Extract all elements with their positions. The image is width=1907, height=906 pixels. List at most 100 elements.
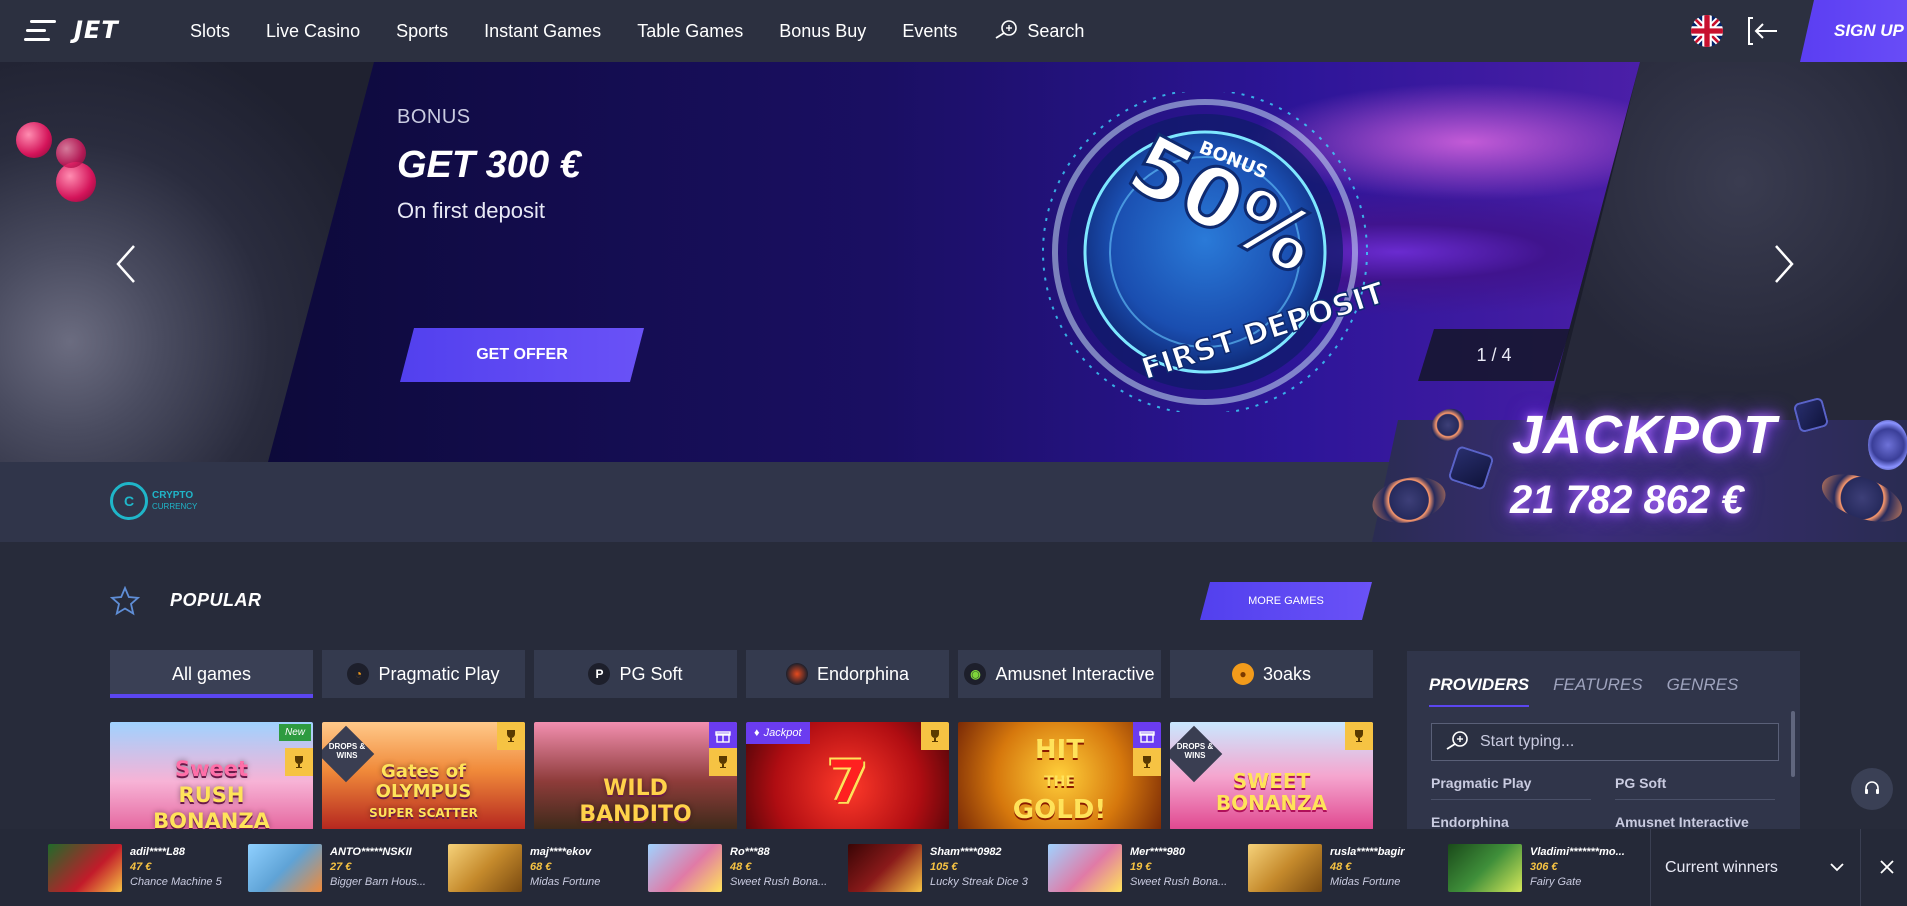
carousel-next-arrow[interactable] — [1768, 242, 1798, 286]
crypto-subtitle: CURRENCY — [152, 502, 198, 511]
tab-amusnet-interactive[interactable]: ◉ Amusnet Interactive — [958, 650, 1161, 698]
provider-item[interactable]: Pragmatic Play — [1431, 771, 1591, 800]
provider-tabs: All games ◔ Pragmatic Play P PG Soft End… — [110, 650, 1382, 698]
star-icon — [109, 585, 141, 616]
provider-search-input[interactable] — [1480, 733, 1778, 751]
3oaks-icon: ● — [1231, 663, 1254, 685]
cherry-decoration — [16, 122, 52, 158]
tab-pg-soft[interactable]: P PG Soft — [534, 650, 737, 698]
gift-icon — [1133, 722, 1161, 750]
nav-search[interactable]: Search — [993, 19, 1084, 44]
headset-support-icon[interactable] — [1851, 768, 1893, 810]
winner-amount: 27 € — [330, 861, 352, 873]
provider-item[interactable]: PG Soft — [1615, 771, 1775, 800]
winner-game: Fairy Gate — [1530, 876, 1582, 888]
game-title: SWEET BONANZA — [1215, 769, 1328, 815]
uk-flag-icon[interactable] — [1691, 15, 1723, 47]
trophy-icon — [921, 722, 949, 750]
winner-game-thumbnail — [248, 844, 322, 892]
winner-username: Sham****0982 — [930, 846, 1002, 858]
winner-item[interactable]: adil****L88 47 € Chance Machine 5 — [48, 844, 222, 892]
winner-item[interactable]: ANTO*****NSKII 27 € Bigger Barn Hous... — [248, 844, 426, 892]
slide-counter: 1 / 4 — [1418, 329, 1570, 381]
jackpot-title: JACKPOT — [1512, 405, 1778, 465]
winner-username: Mer****980 — [1130, 846, 1186, 858]
winner-game-thumbnail — [48, 844, 122, 892]
game-title: Gates of OLYMPUS SUPER SCATTER — [369, 761, 478, 821]
games-row: Sweet RUSH BONANZA New DROPS & WINS Gates … — [110, 722, 1382, 830]
tab-all-games[interactable]: All games — [110, 650, 313, 698]
game-card-hit-the-gold[interactable]: HIT THE GOLD! — [958, 722, 1161, 830]
game-title: WILD BANDITO — [579, 776, 692, 827]
winner-game: Sweet Rush Bona... — [1130, 876, 1228, 888]
login-icon[interactable] — [1747, 15, 1779, 47]
provider-search-box[interactable] — [1431, 723, 1779, 761]
tab-label: Amusnet Interactive — [995, 663, 1155, 684]
menu-icon[interactable] — [24, 18, 56, 44]
game-card-7-jackpot[interactable]: ♦ Jackpot 7 — [746, 722, 949, 830]
nav-slots[interactable]: Slots — [190, 21, 230, 42]
more-games-button[interactable]: MORE GAMES — [1200, 582, 1372, 620]
nav-table-games[interactable]: Table Games — [637, 21, 743, 42]
tab-3oaks[interactable]: ● 3oaks — [1170, 650, 1373, 698]
winner-amount: 68 € — [530, 861, 552, 873]
providers-panel: PROVIDERS FEATURES GENRES Pragmatic Play… — [1407, 651, 1800, 839]
game-card-wild-bandito[interactable]: WILD BANDITO — [534, 722, 737, 830]
winner-item[interactable]: Vladimi*******mo... 306 € Fairy Gate — [1448, 844, 1625, 892]
chevron-down-icon[interactable] — [1828, 858, 1846, 881]
winner-item[interactable]: Sham****0982 105 € Lucky Streak Dice 3 — [848, 844, 1028, 892]
winner-username: maj****ekov — [530, 846, 592, 858]
current-winners-label[interactable]: Current winners — [1650, 829, 1907, 906]
nav-sports[interactable]: Sports — [396, 21, 448, 42]
tab-endorphina[interactable]: Endorphina — [746, 650, 949, 698]
carousel-prev-arrow[interactable] — [112, 242, 142, 286]
tab-genres[interactable]: GENRES — [1667, 675, 1739, 707]
get-offer-button[interactable]: GET OFFER — [400, 328, 644, 382]
cherry-decoration — [56, 162, 96, 202]
gift-icon — [709, 722, 737, 750]
tab-pragmatic-play[interactable]: ◔ Pragmatic Play — [322, 650, 525, 698]
tab-providers[interactable]: PROVIDERS — [1429, 675, 1530, 707]
popular-section-title: POPULAR — [170, 590, 262, 610]
slide-subtitle: On first deposit — [397, 198, 545, 223]
tab-label: Endorphina — [816, 663, 910, 684]
winner-username: Vladimi*******mo... — [1530, 846, 1625, 858]
crypto-icon: C — [110, 482, 148, 520]
winner-item[interactable]: rusla*****bagir 48 € Midas Fortune — [1248, 844, 1405, 892]
winner-item[interactable]: maj****ekov 68 € Midas Fortune — [448, 844, 600, 892]
search-label: Search — [1027, 20, 1085, 41]
site-logo[interactable]: JET — [74, 16, 119, 44]
winner-amount: 47 € — [130, 861, 152, 873]
provider-list-scrollbar[interactable] — [1791, 711, 1795, 777]
crypto-title: CRYPTO — [152, 490, 194, 501]
winner-item[interactable]: Ro***88 48 € Sweet Rush Bona... — [648, 844, 827, 892]
signup-button[interactable]: SIGN UP — [1800, 0, 1907, 62]
winner-amount: 19 € — [1130, 861, 1152, 873]
nav-live-casino[interactable]: Live Casino — [266, 21, 360, 42]
winner-amount: 48 € — [730, 861, 752, 873]
winner-item[interactable]: Mer****980 19 € Sweet Rush Bona... — [1048, 844, 1227, 892]
game-card-sweet-rush-bonanza[interactable]: Sweet RUSH BONANZA New — [110, 722, 313, 830]
close-icon[interactable] — [1878, 858, 1896, 881]
winner-game: Bigger Barn Hous... — [330, 876, 426, 888]
nav-instant-games[interactable]: Instant Games — [484, 21, 601, 42]
crypto-currency-logo[interactable]: C CRYPTO CURRENCY — [110, 482, 197, 520]
game-card-sweet-bonanza[interactable]: DROPS & WINS SWEET BONANZA — [1170, 722, 1373, 830]
winner-game: Sweet Rush Bona... — [730, 876, 828, 888]
game-card-gates-of-olympus[interactable]: DROPS & WINS Gates of OLYMPUS SUPER SCATTE… — [322, 722, 525, 830]
search-icon — [993, 19, 1019, 44]
new-badge: New — [278, 724, 311, 741]
slide-kicker: BONUS — [397, 106, 471, 128]
jackpot-badge: ♦ Jackpot — [746, 722, 810, 744]
tab-label: Pragmatic Play — [378, 663, 500, 684]
winner-game: Chance Machine 5 — [130, 876, 222, 888]
nav-events[interactable]: Events — [902, 21, 957, 42]
winner-game-thumbnail — [1448, 844, 1522, 892]
nav-bonus-buy[interactable]: Bonus Buy — [779, 21, 866, 42]
bonus-badge-image: BONUS 50% FIRST DEPOSIT — [1042, 92, 1390, 412]
winner-game: Lucky Streak Dice 3 — [930, 876, 1028, 888]
top-header: JET Slots Live Casino Sports Instant Gam… — [0, 0, 1907, 62]
winner-game-thumbnail — [1248, 844, 1322, 892]
search-icon — [1444, 730, 1470, 755]
tab-features[interactable]: FEATURES — [1553, 675, 1642, 707]
